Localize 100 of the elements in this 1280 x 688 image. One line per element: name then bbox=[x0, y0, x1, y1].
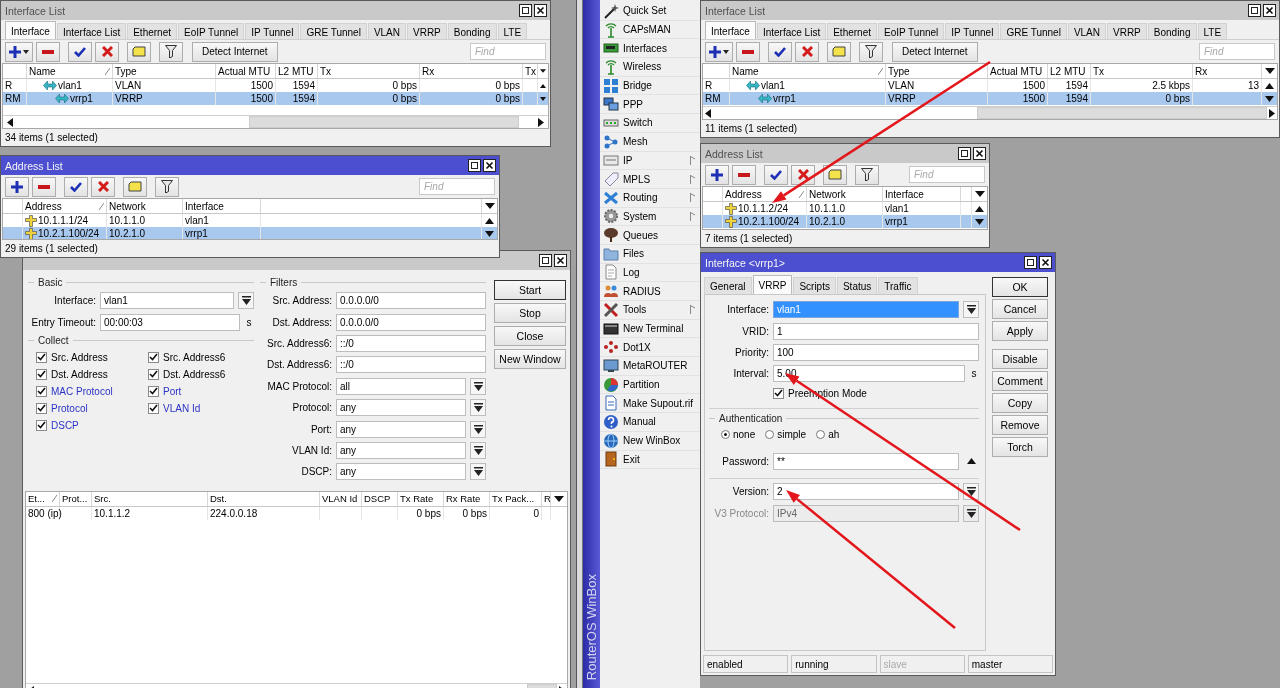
column-menu-icon[interactable] bbox=[1264, 68, 1275, 74]
checkbox[interactable] bbox=[148, 402, 159, 414]
detect-internet-button[interactable]: Detect Internet bbox=[192, 41, 278, 62]
tab[interactable]: Scripts bbox=[793, 277, 836, 294]
menu-item[interactable]: Exit bbox=[600, 450, 700, 470]
menu-item[interactable]: MetaROUTER bbox=[600, 357, 700, 376]
enable-button[interactable] bbox=[68, 41, 92, 62]
action-button[interactable]: Remove bbox=[992, 415, 1048, 435]
dropdown-field[interactable]: 2 bbox=[773, 483, 959, 501]
column-header[interactable]: L2 MTU bbox=[1048, 64, 1091, 78]
scroll-down-button[interactable] bbox=[485, 230, 494, 237]
menu-item[interactable]: Files bbox=[600, 244, 700, 264]
remove-button[interactable] bbox=[736, 41, 760, 62]
action-button[interactable]: New Window bbox=[494, 349, 566, 369]
dropdown-button[interactable] bbox=[470, 377, 486, 395]
menu-item[interactable]: Tools bbox=[600, 301, 700, 320]
column-header[interactable]: Interface bbox=[883, 187, 961, 201]
comment-button[interactable] bbox=[823, 164, 847, 185]
column-menu-icon[interactable] bbox=[484, 203, 495, 209]
close-button[interactable] bbox=[534, 4, 547, 17]
tab[interactable]: Interface bbox=[705, 21, 756, 39]
menu-item[interactable]: RADIUS bbox=[600, 282, 700, 301]
action-button[interactable]: Stop bbox=[494, 303, 566, 323]
column-menu-icon[interactable] bbox=[540, 68, 546, 74]
input-field[interactable]: ::/0 bbox=[336, 356, 486, 374]
add-button[interactable] bbox=[5, 176, 29, 197]
column-header[interactable]: Et... bbox=[26, 491, 60, 506]
enable-button[interactable] bbox=[64, 176, 88, 197]
column-header[interactable]: Tx bbox=[1091, 64, 1193, 78]
dropdown-field[interactable]: any bbox=[336, 420, 466, 438]
column-header[interactable]: Interface bbox=[183, 199, 261, 213]
column-header[interactable]: Network bbox=[107, 199, 183, 213]
action-button[interactable]: Apply bbox=[992, 321, 1048, 341]
tab[interactable]: VLAN bbox=[367, 23, 406, 39]
checkbox[interactable] bbox=[773, 387, 784, 399]
checkbox[interactable] bbox=[36, 368, 47, 380]
column-header[interactable]: L2 MTU bbox=[276, 64, 318, 78]
comment-button[interactable] bbox=[127, 41, 151, 62]
tab[interactable]: LTE bbox=[1197, 23, 1228, 39]
add-button[interactable] bbox=[705, 164, 729, 185]
column-header[interactable]: Dst. bbox=[208, 491, 320, 506]
dropdown-field[interactable]: any bbox=[336, 463, 466, 481]
scroll-up-button[interactable] bbox=[1265, 82, 1274, 89]
column-header[interactable]: Type bbox=[113, 64, 216, 78]
tab[interactable]: Interface bbox=[5, 21, 56, 39]
remove-button[interactable] bbox=[36, 41, 60, 62]
tab[interactable]: Traffic bbox=[878, 277, 918, 294]
close-button[interactable] bbox=[554, 254, 567, 267]
close-button[interactable] bbox=[483, 159, 496, 172]
tab[interactable]: Interface List bbox=[56, 23, 127, 39]
maximize-button[interactable] bbox=[958, 147, 971, 160]
scroll-up-button[interactable] bbox=[975, 205, 984, 212]
column-menu-icon[interactable] bbox=[974, 191, 985, 197]
table-row[interactable]: 10.2.1.100/24 10.2.1.0 vrrp1 bbox=[3, 227, 497, 239]
menu-item[interactable]: Routing bbox=[600, 188, 700, 208]
tab[interactable]: General bbox=[704, 277, 752, 294]
dropdown-button[interactable] bbox=[470, 441, 486, 459]
menu-item[interactable]: PPP bbox=[600, 95, 700, 115]
disable-button[interactable] bbox=[95, 41, 119, 62]
disable-button[interactable] bbox=[91, 176, 115, 197]
column-menu-icon[interactable] bbox=[554, 495, 564, 502]
comment-button[interactable] bbox=[827, 41, 851, 62]
maximize-button[interactable] bbox=[1248, 4, 1261, 17]
menu-item[interactable]: Manual bbox=[600, 413, 700, 432]
comment-button[interactable] bbox=[123, 176, 147, 197]
filter-button[interactable] bbox=[859, 41, 883, 62]
dropdown-button[interactable] bbox=[470, 399, 486, 417]
column-header[interactable]: Actual MTU bbox=[988, 64, 1048, 78]
table-row[interactable]: RM vrrp1 VRRP 1500 1594 0 bps bbox=[703, 92, 1277, 105]
checkbox[interactable] bbox=[36, 402, 47, 414]
column-header[interactable]: Tx Rate bbox=[398, 491, 444, 506]
radio-button[interactable] bbox=[765, 430, 775, 440]
tab[interactable]: Bonding bbox=[447, 23, 497, 39]
menu-item[interactable]: IP bbox=[600, 151, 700, 171]
enable-button[interactable] bbox=[764, 164, 788, 185]
detect-internet-button[interactable]: Detect Internet bbox=[892, 41, 978, 62]
dropdown-button[interactable] bbox=[963, 301, 979, 319]
add-button[interactable] bbox=[705, 41, 733, 62]
tab[interactable]: IP Tunnel bbox=[945, 23, 1000, 39]
tab[interactable]: GRE Tunnel bbox=[300, 23, 367, 39]
remove-button[interactable] bbox=[32, 176, 56, 197]
remove-button[interactable] bbox=[732, 164, 756, 185]
scroll-left-button[interactable] bbox=[703, 107, 713, 119]
column-header[interactable]: Tx bbox=[318, 64, 420, 78]
checkbox[interactable] bbox=[36, 419, 47, 431]
scroll-up-button[interactable] bbox=[485, 217, 494, 224]
menu-item[interactable]: Log bbox=[600, 263, 700, 283]
scroll-up-button[interactable] bbox=[540, 82, 546, 89]
column-header[interactable]: VLAN Id bbox=[320, 491, 362, 506]
column-header[interactable]: Tx bbox=[523, 64, 538, 78]
column-header[interactable]: Actual MTU bbox=[216, 64, 276, 78]
input-field[interactable]: ::/0 bbox=[336, 334, 486, 352]
tab[interactable]: VRRP bbox=[1107, 23, 1147, 39]
input-field[interactable]: 0.0.0.0/0 bbox=[336, 292, 486, 310]
input-field[interactable]: 100 bbox=[773, 343, 979, 361]
tab[interactable]: Ethernet bbox=[127, 23, 177, 39]
add-button[interactable] bbox=[5, 41, 33, 62]
filter-button[interactable] bbox=[855, 164, 879, 185]
column-header[interactable]: R bbox=[542, 491, 551, 506]
menu-item[interactable]: Partition bbox=[600, 375, 700, 395]
